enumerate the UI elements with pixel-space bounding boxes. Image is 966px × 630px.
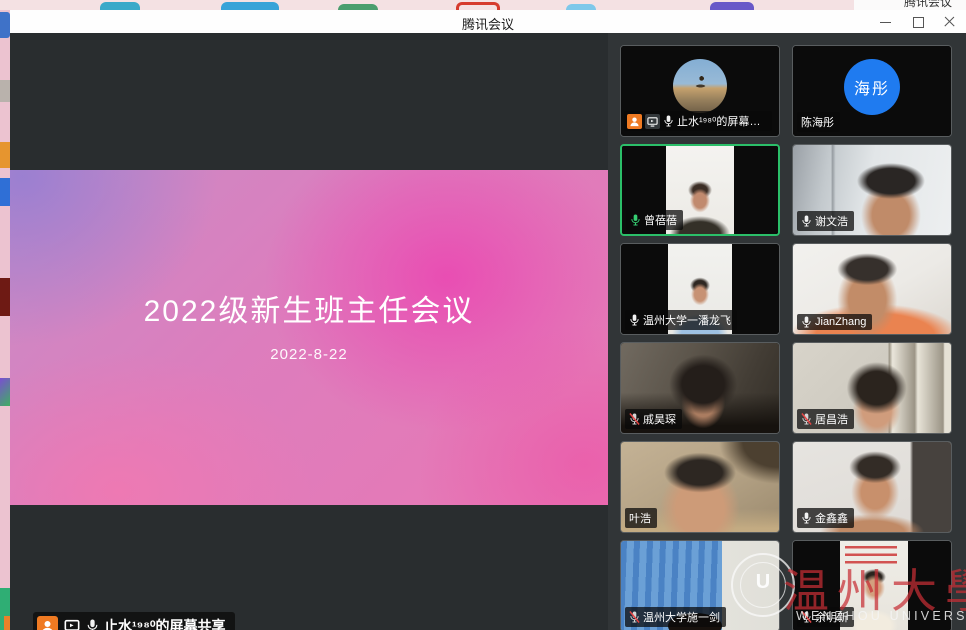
avatar-initials: 海彤 xyxy=(844,59,900,115)
host-icon xyxy=(37,616,58,630)
mic-icon xyxy=(801,215,812,227)
minimize-icon[interactable] xyxy=(880,16,892,28)
screen-share-icon xyxy=(63,617,81,630)
window-controls xyxy=(880,10,956,33)
participant-name: 温州大学施一剑 xyxy=(643,609,720,625)
participant-name: 金鑫鑫 xyxy=(815,510,848,526)
participant-tile[interactable]: 余明新 xyxy=(792,540,952,630)
participant-name: 止水¹⁹⁸⁰的屏幕共享 xyxy=(677,113,766,129)
participant-label: 温州大学施一剑 xyxy=(625,607,726,627)
participant-name: 谢文浩 xyxy=(815,213,848,229)
desktop-icon-fragment xyxy=(0,378,10,406)
participant-tile[interactable]: 温州大学一潘龙飞 xyxy=(620,243,780,335)
participant-label: 止水¹⁹⁸⁰的屏幕共享 xyxy=(624,111,772,131)
avatar-photo xyxy=(673,59,727,113)
participant-name: 曾蓓蓓 xyxy=(644,212,677,228)
participant-grid: 止水¹⁹⁸⁰的屏幕共享 海彤陈海彤曾蓓蓓 谢文浩温州大学一潘龙飞 JianZhang 戚… xyxy=(620,45,952,630)
participant-label: 戚昊琛 xyxy=(625,409,682,429)
meeting-window: 腾讯会议 2022级新生班主任会议 2022-8-22 xyxy=(10,10,966,630)
participant-tile[interactable]: 海彤陈海彤 xyxy=(792,45,952,137)
screen: 腾讯会议 腾讯会议 2022级新生班主任会议 2022- xyxy=(0,0,966,630)
desktop-strip xyxy=(0,10,10,630)
screen-share-banner: 止水¹⁹⁸⁰的屏幕共享 xyxy=(33,612,235,630)
mic-icon xyxy=(629,314,640,326)
participant-label: 居昌浩 xyxy=(797,409,854,429)
participant-tile[interactable]: 金鑫鑫 xyxy=(792,441,952,533)
participant-tile[interactable]: JianZhang xyxy=(792,243,952,335)
participant-tile[interactable]: 止水¹⁹⁸⁰的屏幕共享 xyxy=(620,45,780,137)
close-icon[interactable] xyxy=(944,16,956,28)
mic-muted-icon xyxy=(629,611,640,623)
mic-muted-icon xyxy=(801,611,812,623)
participant-tile[interactable]: 谢文浩 xyxy=(792,144,952,236)
desktop-icon-fragment xyxy=(0,142,10,168)
participant-name: 温州大学一潘龙飞 xyxy=(643,312,731,328)
participant-label: 叶浩 xyxy=(625,508,657,528)
desktop-icon-fragment xyxy=(0,278,10,316)
participant-tile[interactable]: 叶浩 xyxy=(620,441,780,533)
mic-icon xyxy=(630,214,641,226)
mic-icon xyxy=(663,115,674,127)
participant-label: 金鑫鑫 xyxy=(797,508,854,528)
mic-icon xyxy=(86,619,99,630)
mic-icon xyxy=(801,316,812,328)
desktop-icon-fragment xyxy=(0,178,10,206)
participant-tile[interactable]: 曾蓓蓓 xyxy=(620,144,780,236)
participant-name: 居昌浩 xyxy=(815,411,848,427)
background-icon-fragment xyxy=(100,2,140,10)
occluded-window-title-text: 腾讯会议 xyxy=(904,0,952,10)
participant-label: 陈海彤 xyxy=(797,112,840,132)
desktop-icon-fragment xyxy=(0,12,10,38)
participant-label: 温州大学一潘龙飞 xyxy=(625,310,737,330)
participant-label: JianZhang xyxy=(797,314,872,330)
occluded-window-title: 腾讯会议 xyxy=(854,0,966,10)
screen-share-banner-text: 止水¹⁹⁸⁰的屏幕共享 xyxy=(104,616,226,630)
slide-title: 2022级新生班主任会议 xyxy=(144,286,475,330)
participant-name: JianZhang xyxy=(815,316,866,328)
mic-muted-icon xyxy=(801,413,812,425)
participant-name: 叶浩 xyxy=(629,510,651,526)
titlebar[interactable]: 腾讯会议 xyxy=(10,10,966,33)
participant-name: 余明新 xyxy=(815,609,848,625)
window-body: 2022级新生班主任会议 2022-8-22 止水¹⁹⁸⁰的屏幕共享 xyxy=(10,33,966,630)
participant-label: 余明新 xyxy=(797,607,854,627)
screen-share-icon xyxy=(645,114,660,129)
participant-name: 戚昊琛 xyxy=(643,411,676,427)
participant-label: 曾蓓蓓 xyxy=(626,210,683,230)
shared-slide: 2022级新生班主任会议 2022-8-22 xyxy=(10,170,608,505)
desktop-icon-fragment xyxy=(0,80,10,102)
participant-name: 陈海彤 xyxy=(801,114,834,130)
participant-tile[interactable]: 温州大学施一剑 xyxy=(620,540,780,630)
avatar-text: 海彤 xyxy=(854,75,890,99)
screen-share-stage: 2022级新生班主任会议 2022-8-22 止水¹⁹⁸⁰的屏幕共享 xyxy=(10,33,608,630)
participant-tile[interactable]: 居昌浩 xyxy=(792,342,952,434)
mic-muted-icon xyxy=(629,413,640,425)
background-window-strip: 腾讯会议 xyxy=(0,0,966,10)
host-icon xyxy=(627,114,642,129)
slide-date: 2022-8-22 xyxy=(270,346,347,363)
mic-icon xyxy=(801,512,812,524)
participant-label: 谢文浩 xyxy=(797,211,854,231)
maximize-icon[interactable] xyxy=(912,16,924,28)
participant-tile[interactable]: 戚昊琛 xyxy=(620,342,780,434)
participants-sidebar[interactable]: 止水¹⁹⁸⁰的屏幕共享 海彤陈海彤曾蓓蓓 谢文浩温州大学一潘龙飞 JianZhang 戚… xyxy=(608,33,966,630)
window-title: 腾讯会议 xyxy=(10,14,966,33)
background-icon-fragment xyxy=(710,2,754,10)
